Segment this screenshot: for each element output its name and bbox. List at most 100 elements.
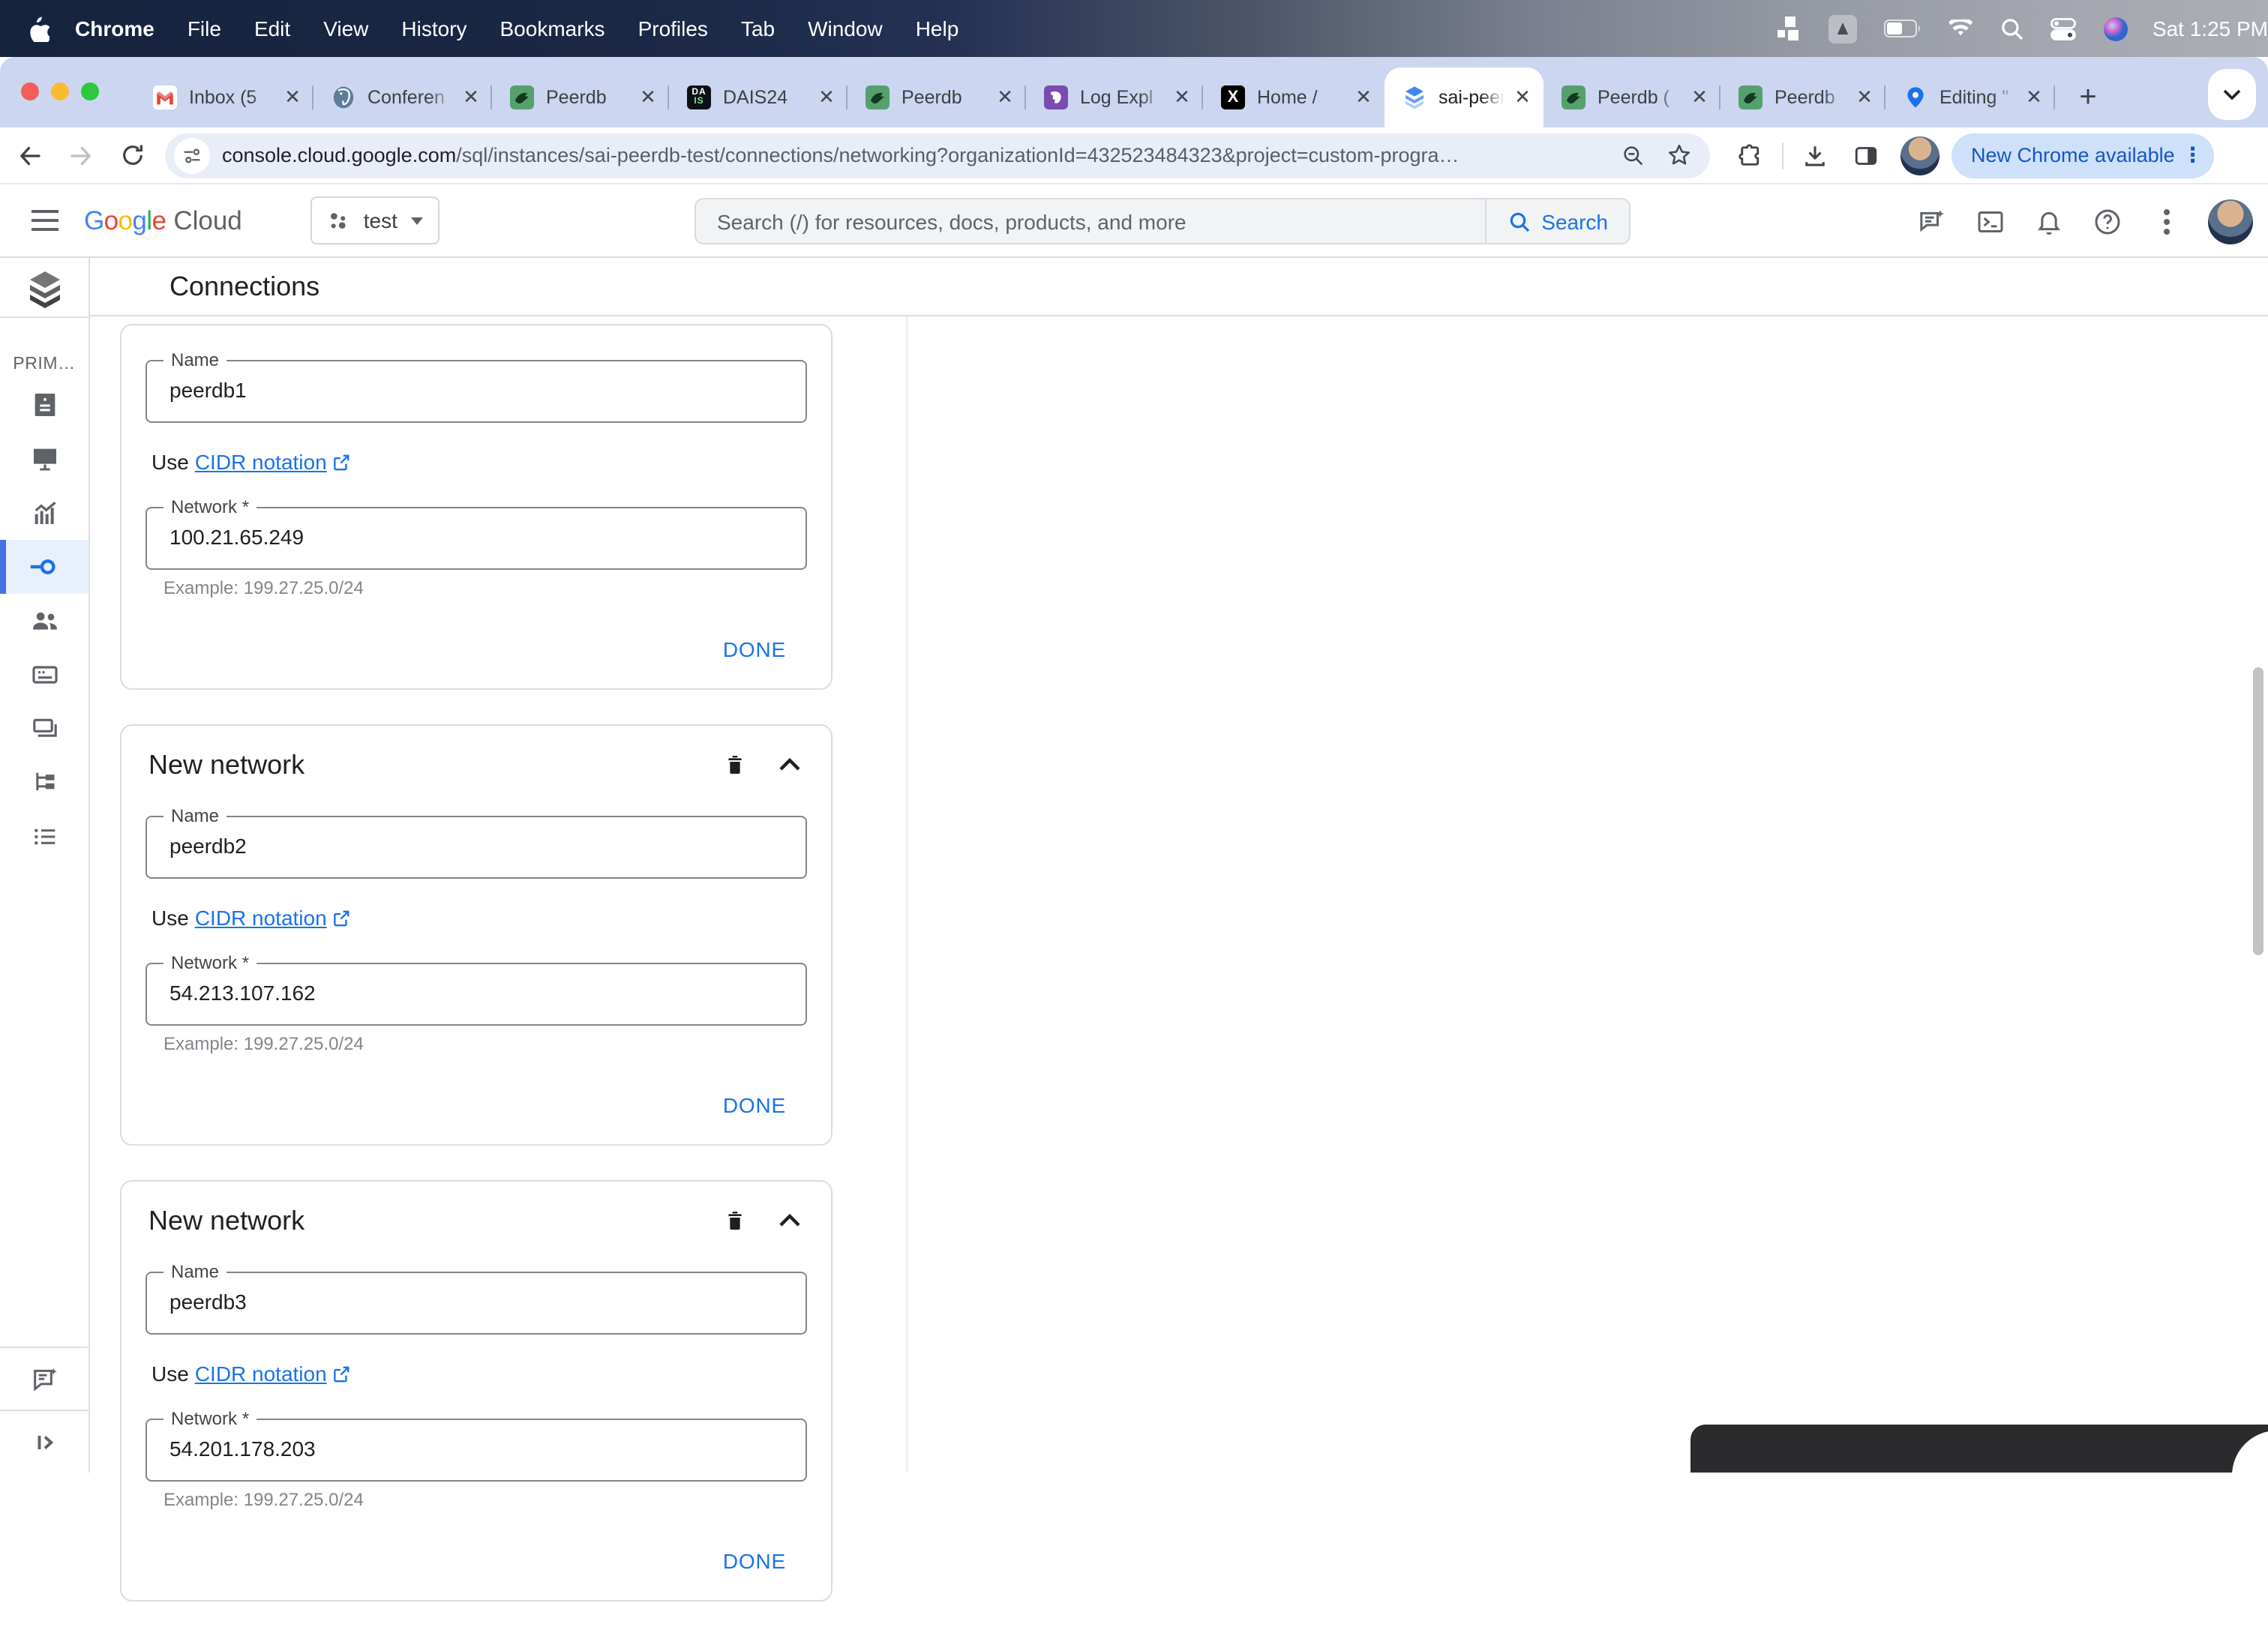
delete-network-button[interactable] — [717, 747, 753, 783]
sidebar-item-connections[interactable] — [0, 540, 88, 594]
tab-peerdb-4[interactable]: Peerdb ✕ — [1720, 72, 1886, 123]
name-input[interactable] — [147, 361, 806, 418]
done-button[interactable]: DONE — [723, 637, 786, 661]
tab-dais24[interactable]: DA IS DAIS24 ✕ — [669, 72, 848, 123]
wifi-icon[interactable] — [1948, 19, 1974, 38]
help-icon[interactable] — [2085, 199, 2130, 244]
collapse-card-button[interactable] — [771, 1203, 807, 1239]
sidebar-item-operations[interactable] — [0, 810, 88, 864]
name-field[interactable]: Name — [146, 805, 807, 879]
close-window-button[interactable] — [21, 82, 39, 100]
project-picker-button[interactable]: test — [310, 196, 440, 244]
tab-home-x[interactable]: X Home / ✕ — [1203, 72, 1384, 123]
zoom-out-icon[interactable] — [1617, 139, 1650, 172]
tab-close-icon[interactable]: ✕ — [1688, 85, 1712, 109]
tab-close-icon[interactable]: ✕ — [1852, 85, 1876, 109]
notifications-bell-icon[interactable] — [2026, 199, 2072, 244]
sidebar-item-databases[interactable] — [0, 648, 88, 702]
sidebar-item-monitoring[interactable] — [0, 432, 88, 486]
name-input[interactable] — [147, 1273, 806, 1330]
zoom-window-button[interactable] — [81, 82, 99, 100]
download-icon[interactable] — [1796, 136, 1834, 175]
side-panel-icon[interactable] — [1846, 136, 1886, 175]
sidebar-item-backups[interactable] — [0, 702, 88, 756]
tab-close-icon[interactable]: ✕ — [1352, 85, 1376, 109]
tab-search-chevron-button[interactable] — [2208, 69, 2256, 120]
release-notes-button[interactable] — [0, 1347, 88, 1410]
sidebar-item-replicas[interactable] — [0, 756, 88, 810]
tab-close-icon[interactable]: ✕ — [636, 85, 660, 109]
tab-close-icon[interactable]: ✕ — [1170, 85, 1194, 109]
tab-close-icon[interactable]: ✕ — [993, 85, 1017, 109]
menubar-item-profiles[interactable]: Profiles — [622, 0, 724, 57]
sidebar-item-overview[interactable] — [0, 378, 88, 432]
menubar-item-history[interactable]: History — [385, 0, 483, 57]
cidr-notation-link[interactable]: CIDR notation — [195, 906, 351, 930]
new-tab-button[interactable]: + — [2067, 76, 2109, 118]
tab-peerdb-3[interactable]: Peerdb ( ✕ — [1544, 72, 1720, 123]
sidebar-item-system-insights[interactable] — [0, 486, 88, 540]
tab-close-icon[interactable]: ✕ — [1510, 85, 1534, 109]
vertical-scrollbar-thumb[interactable] — [2253, 667, 2264, 955]
menubar-item-window[interactable]: Window — [791, 0, 899, 57]
reload-button[interactable] — [111, 134, 153, 176]
tab-close-icon[interactable]: ✕ — [814, 85, 838, 109]
tab-conference[interactable]: Conferen ✕ — [314, 72, 492, 123]
tab-close-icon[interactable]: ✕ — [280, 85, 304, 109]
bookmark-star-icon[interactable] — [1662, 139, 1695, 172]
network-field[interactable]: Network * — [146, 952, 807, 1026]
stats-blocks-icon[interactable] — [1777, 16, 1802, 40]
name-field[interactable]: Name — [146, 1261, 807, 1335]
tab-peerdb-2[interactable]: Peerdb ✕ — [848, 72, 1026, 123]
apple-menu-icon[interactable] — [27, 16, 50, 41]
menubar-item-edit[interactable]: Edit — [238, 0, 307, 57]
more-options-icon[interactable] — [2144, 199, 2188, 244]
cloud-search-button[interactable]: Search — [1484, 199, 1629, 243]
cloud-shell-icon[interactable] — [1968, 199, 2013, 244]
collapse-panel-button[interactable] — [0, 1410, 88, 1473]
delete-network-button[interactable] — [717, 1203, 753, 1239]
extensions-icon[interactable] — [1731, 136, 1770, 175]
menubar-item-tab[interactable]: Tab — [724, 0, 791, 57]
tab-inbox[interactable]: Inbox (5 ✕ — [135, 72, 314, 123]
tab-editing[interactable]: Editing " ✕ — [1886, 72, 2055, 123]
network-field[interactable]: Network * — [146, 496, 807, 570]
cidr-notation-link[interactable]: CIDR notation — [195, 1362, 351, 1386]
forward-button[interactable] — [60, 134, 102, 176]
battery-icon[interactable] — [1883, 19, 1922, 37]
menubar-clock[interactable]: Sat 1:25 PM — [2152, 16, 2268, 40]
menubar-app-icon[interactable] — [1828, 14, 1857, 43]
name-input[interactable] — [147, 817, 806, 874]
tab-peerdb-1[interactable]: Peerdb ✕ — [492, 72, 669, 123]
gemini-assist-icon[interactable] — [1910, 199, 1954, 244]
google-cloud-logo[interactable]: Google Cloud — [84, 205, 242, 236]
browser-menu-icon[interactable]: ⋮ — [2178, 140, 2208, 170]
control-center-icon[interactable] — [2050, 17, 2076, 40]
hamburger-menu-icon[interactable] — [18, 193, 72, 247]
menubar-item-help[interactable]: Help — [899, 0, 976, 57]
site-settings-icon[interactable] — [174, 137, 210, 173]
spotlight-search-icon[interactable] — [2001, 17, 2024, 40]
siri-icon[interactable] — [2103, 16, 2128, 41]
account-avatar[interactable] — [2208, 199, 2253, 244]
collapse-card-button[interactable] — [771, 747, 807, 783]
tab-close-icon[interactable]: ✕ — [2022, 85, 2046, 109]
address-bar[interactable]: console.cloud.google.com/sql/instances/s… — [165, 133, 1710, 178]
network-field[interactable]: Network * — [146, 1408, 807, 1482]
name-field[interactable]: Name — [146, 349, 807, 423]
menubar-item-view[interactable]: View — [307, 0, 385, 57]
cloud-search-input[interactable] — [696, 209, 1485, 233]
browser-profile-avatar[interactable] — [1900, 136, 1940, 175]
done-button[interactable]: DONE — [723, 1549, 786, 1573]
minimize-window-button[interactable] — [51, 82, 69, 100]
sidebar-item-users[interactable] — [0, 594, 88, 648]
cidr-notation-link[interactable]: CIDR notation — [195, 450, 351, 474]
tab-log-explorer[interactable]: Log Expl ✕ — [1026, 72, 1203, 123]
done-button[interactable]: DONE — [723, 1093, 786, 1117]
menubar-item-chrome[interactable]: Chrome — [58, 0, 171, 57]
menubar-item-file[interactable]: File — [171, 0, 238, 57]
menubar-item-bookmarks[interactable]: Bookmarks — [484, 0, 622, 57]
tab-sai-peerdb-active[interactable]: sai-peer ✕ — [1384, 67, 1544, 127]
chrome-update-button[interactable]: New Chrome available ⋮ — [1952, 133, 2214, 178]
tab-close-icon[interactable]: ✕ — [459, 85, 483, 109]
